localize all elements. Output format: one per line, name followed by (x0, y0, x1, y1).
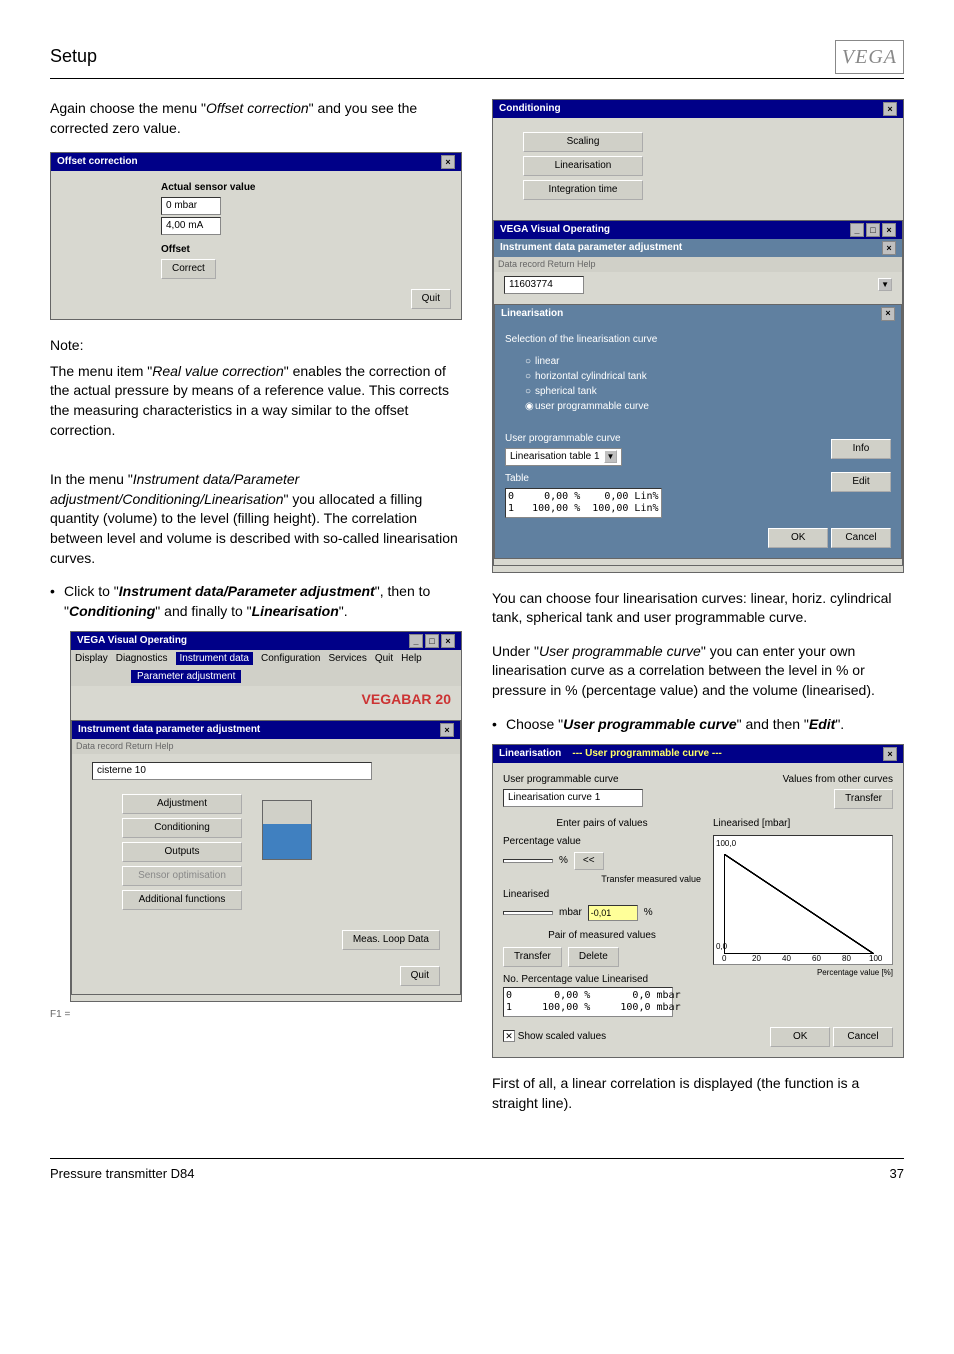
window-controls[interactable]: _□× (850, 223, 896, 237)
quit-button[interactable]: Quit (411, 289, 451, 309)
page-header: Setup (50, 44, 97, 69)
win-title: Linearisation --- User programmable curv… (499, 747, 722, 761)
win-title: VEGA Visual Operating (77, 634, 187, 648)
pair-table: 0 0,00 % 0,0 mbar 1 100,00 % 100,0 mbar (503, 987, 673, 1017)
chart-title: Linearised [mbar] (713, 817, 893, 831)
delete-button[interactable]: Delete (568, 947, 619, 967)
close-icon[interactable]: × (883, 747, 897, 761)
win-title: Conditioning (499, 102, 561, 116)
serial-field: 11603774 (504, 276, 584, 294)
sub-menubar[interactable]: Data record Return Help (72, 739, 460, 754)
vega-logo: VEGA (835, 40, 904, 74)
arrow-button[interactable]: << (574, 852, 604, 870)
quit-button[interactable]: Quit (400, 966, 440, 986)
para-lin-intro: In the menu "Instrument data/Parameter a… (50, 470, 462, 568)
vegabar-brand: VEGABAR 20 (71, 686, 461, 714)
upc-label: User programmable curve (503, 773, 643, 787)
para-linear-displayed: First of all, a linear correlation is di… (492, 1074, 904, 1113)
ok-button[interactable]: OK (768, 528, 828, 548)
menubar[interactable]: DisplayDiagnosticsInstrument dataConfigu… (71, 650, 461, 668)
para-four-curves: You can choose four linearisation curves… (492, 589, 904, 628)
info-button[interactable]: Info (831, 439, 891, 459)
device-select[interactable]: cisterne 10 (92, 762, 372, 780)
show-scaled-checkbox[interactable]: ✕ (503, 1030, 515, 1042)
adjustment-button[interactable]: Adjustment (122, 794, 242, 814)
vvo-title: VEGA Visual Operating (500, 223, 610, 237)
show-scaled-label: Show scaled values (518, 1031, 606, 1042)
window-vega-visual-operating: VEGA Visual Operating _□× DisplayDiagnos… (70, 631, 462, 1001)
x-axis-label: Percentage value [%] (713, 967, 893, 978)
win-title: Offset correction (57, 155, 138, 169)
window-conditioning: Conditioning × Scaling Linearisation Inte… (492, 99, 904, 573)
actual-sensor-label: Actual sensor value (161, 181, 451, 195)
note-label: Note: (50, 336, 462, 356)
close-icon[interactable]: × (882, 241, 896, 255)
sub-menubar[interactable]: Data record Return Help (494, 257, 902, 272)
window-controls[interactable]: _□× (409, 634, 455, 648)
ok-button[interactable]: OK (770, 1027, 830, 1047)
f1-hint: F1 = (50, 1008, 462, 1022)
tank-icon (262, 800, 312, 860)
value-mbar: 0 mbar (161, 197, 221, 215)
curve-name-field[interactable]: Linearisation curve 1 (503, 789, 643, 807)
table-select[interactable]: Linearisation table 1▼ (505, 448, 622, 466)
offset-label: Offset (161, 243, 451, 257)
menu-parameter-adjustment[interactable]: Parameter adjustment (131, 670, 241, 683)
sub-win-title: Instrument data parameter adjustment× (72, 721, 460, 739)
footer-left: Pressure transmitter D84 (50, 1165, 195, 1183)
conditioning-button[interactable]: Conditioning (122, 818, 242, 838)
cancel-button[interactable]: Cancel (831, 528, 891, 548)
radio-group-curve[interactable]: ○linear ○horizontal cylindrical tank ○sp… (525, 355, 891, 414)
enter-pairs-label: Enter pairs of values (503, 817, 701, 831)
integration-time-button[interactable]: Integration time (523, 180, 643, 200)
bullet-choose-edit: • Choose "User programmable curve" and t… (492, 715, 904, 735)
meas-loop-button[interactable]: Meas. Loop Data (342, 930, 440, 950)
chevron-down-icon: ▼ (604, 450, 618, 463)
bullet-click-path: • Click to "Instrument data/Parameter ad… (50, 582, 462, 621)
para-real-value: The menu item "Real value correction" en… (50, 362, 462, 440)
correct-button[interactable]: Correct (161, 259, 216, 279)
chevron-down-icon[interactable]: ▼ (878, 278, 892, 291)
pair-measured-label: Pair of measured values (503, 929, 701, 943)
measured-value: -0,01 (588, 905, 638, 922)
para-upc: Under "User programmable curve" you can … (492, 642, 904, 701)
table-preview: 0 0,00 % 0,00 Lin% 1 100,00 % 100,00 Lin… (505, 488, 662, 518)
pct-label: Percentage value (503, 835, 701, 849)
edit-button[interactable]: Edit (831, 472, 891, 492)
sensor-opt-button[interactable]: Sensor optimisation (122, 866, 242, 886)
page-number: 37 (890, 1165, 904, 1183)
close-icon[interactable]: × (881, 307, 895, 321)
close-icon[interactable]: × (440, 723, 454, 737)
scaling-button[interactable]: Scaling (523, 132, 643, 152)
transfer-button[interactable]: Transfer (834, 789, 893, 809)
table-label: Table (505, 472, 662, 486)
mbar-input[interactable] (503, 911, 553, 915)
values-other-label: Values from other curves (783, 773, 893, 787)
close-icon[interactable]: × (883, 102, 897, 116)
pct-input[interactable] (503, 859, 553, 863)
para-offset-intro: Again choose the menu "Offset correction… (50, 99, 462, 138)
transfer-pair-button[interactable]: Transfer (503, 947, 562, 967)
linearisation-button[interactable]: Linearisation (523, 156, 643, 176)
table-header: No. Percentage value Linearised (503, 973, 701, 987)
outputs-button[interactable]: Outputs (122, 842, 242, 862)
additional-functions-button[interactable]: Additional functions (122, 890, 242, 910)
window-linearisation-editor: Linearisation --- User programmable curv… (492, 744, 904, 1058)
window-offset-correction: Offset correction × Actual sensor value … (50, 152, 462, 320)
value-ma: 4,00 mA (161, 217, 221, 235)
upc-label: User programmable curve (505, 432, 622, 446)
linearisation-chart: 100,0 0,0 0 20 40 60 80 100 (713, 835, 893, 965)
close-icon[interactable]: × (441, 155, 455, 169)
sub-title: Instrument data parameter adjustment (500, 241, 682, 255)
linearised-label: Linearised (503, 888, 701, 902)
lin-title: Linearisation (501, 307, 563, 321)
cancel-button[interactable]: Cancel (833, 1027, 893, 1047)
transfer-measured-label: Transfer measured value (503, 873, 701, 886)
selection-label: Selection of the linearisation curve (505, 333, 891, 347)
